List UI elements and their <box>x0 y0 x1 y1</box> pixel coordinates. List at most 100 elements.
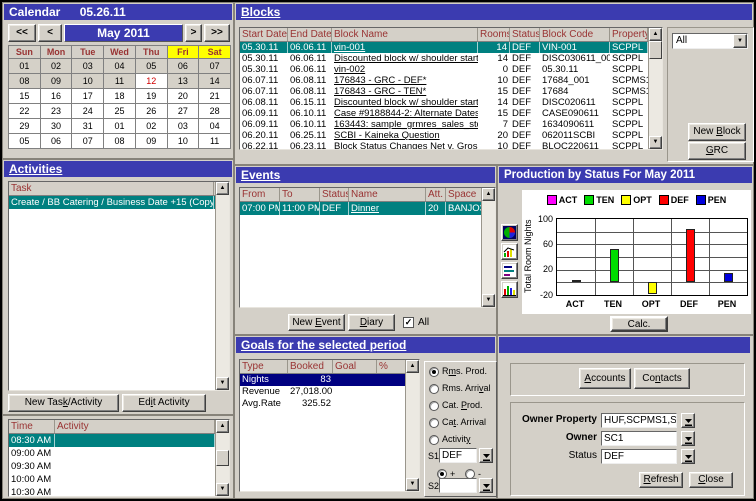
table-row[interactable]: Nights83 <box>240 374 419 386</box>
chart-type-horizontal-bar-chart-button[interactable] <box>501 262 518 279</box>
calendar-day[interactable]: 10 <box>168 134 200 149</box>
calendar-day[interactable]: 27 <box>168 104 200 119</box>
scrollbar[interactable]: ▲▼ <box>215 182 229 390</box>
calendar-day[interactable]: 02 <box>41 59 73 74</box>
chart-type-pie-chart-button[interactable] <box>501 224 518 241</box>
calendar-day[interactable]: 30 <box>41 119 73 134</box>
next-year-button[interactable]: >> <box>204 24 230 42</box>
accounts-button[interactable]: Accounts <box>579 368 631 389</box>
calendar-day[interactable]: 07 <box>72 134 104 149</box>
calendar-day[interactable]: 24 <box>72 104 104 119</box>
calendar-day[interactable]: 01 <box>9 59 41 74</box>
goal-scope-radio[interactable] <box>429 418 439 428</box>
calendar-day[interactable]: 17 <box>72 89 104 104</box>
calendar-day[interactable]: 06 <box>41 134 73 149</box>
calendar-day[interactable]: 09 <box>41 74 73 89</box>
calendar-day[interactable]: 12 <box>136 74 168 89</box>
calc-button[interactable]: Calc. <box>610 316 668 332</box>
scroll-up-icon[interactable]: ▲ <box>216 182 229 195</box>
calendar-day[interactable]: 25 <box>104 104 136 119</box>
table-row[interactable]: 10:00 AM <box>9 473 229 486</box>
calendar-day[interactable]: 14 <box>199 74 231 89</box>
table-row[interactable]: 06.07.1106.08.11176843 - GRC - TEN*15DEF… <box>240 86 662 97</box>
calendar-day[interactable]: 23 <box>41 104 73 119</box>
next-month-button[interactable]: > <box>185 24 202 42</box>
table-row[interactable]: 06.09.1106.10.11Case #9188844-2: Alterna… <box>240 108 662 119</box>
table-row[interactable]: 06.22.1106.23.11Block Status Changes Net… <box>240 141 662 150</box>
scroll-up-icon[interactable]: ▲ <box>482 188 495 201</box>
scroll-down-icon[interactable]: ▼ <box>406 478 419 491</box>
chevron-down-icon[interactable]: ▼ <box>733 34 747 48</box>
scroll-up-icon[interactable]: ▲ <box>649 28 662 41</box>
calendar-day[interactable]: 11 <box>199 134 231 149</box>
new-task-activity-button[interactable]: New Task/Activity <box>8 394 119 412</box>
calendar-day[interactable]: 22 <box>9 104 41 119</box>
diary-button[interactable]: Diary <box>348 314 395 331</box>
calendar-day[interactable]: 18 <box>104 89 136 104</box>
refresh-button[interactable]: Refresh <box>639 472 683 488</box>
calendar-day[interactable]: 16 <box>41 89 73 104</box>
scroll-down-icon[interactable]: ▼ <box>216 483 229 496</box>
scrollbar[interactable]: ▲▼ <box>405 360 419 491</box>
edit-activity-button[interactable]: Edit Activity <box>122 394 206 412</box>
calendar-day[interactable]: 03 <box>72 59 104 74</box>
goals-title[interactable]: Goals for the selected period <box>241 338 406 352</box>
events-title[interactable]: Events <box>241 168 280 182</box>
table-row[interactable]: 06.07.1106.08.11176843 - GRC - DEF*10DEF… <box>240 75 662 86</box>
activities-title[interactable]: Activities <box>9 162 62 176</box>
table-row[interactable]: 06.20.1106.25.11SCBI - Kaineka Question2… <box>240 130 662 141</box>
calendar-day[interactable]: 11 <box>104 74 136 89</box>
table-row[interactable]: 05.30.1106.06.11vin-0020DEF05.30.11SCPPL <box>240 64 662 75</box>
table-row[interactable]: 08:30 AM <box>9 434 229 447</box>
blocks-title[interactable]: Blocks <box>241 5 280 19</box>
chart-type-bar-chart-button[interactable] <box>501 243 518 260</box>
s1-lov-button[interactable] <box>479 448 493 463</box>
calendar-day[interactable]: 07 <box>199 59 231 74</box>
s1-input[interactable]: DEF <box>439 448 477 463</box>
goal-scope-radio[interactable] <box>429 384 439 394</box>
calendar-day[interactable]: 01 <box>104 119 136 134</box>
scroll-thumb[interactable] <box>216 450 229 466</box>
scroll-up-icon[interactable]: ▲ <box>406 360 419 373</box>
table-row[interactable]: Revenue27,018.00 <box>240 386 419 398</box>
new-event-button[interactable]: New Event <box>288 314 345 331</box>
scrollbar[interactable]: ▲▼ <box>648 28 662 149</box>
close-button[interactable]: Close <box>689 472 733 488</box>
chart-type-3d-bar-chart-button[interactable] <box>501 281 518 298</box>
calendar-day[interactable]: 29 <box>9 119 41 134</box>
calendar-day[interactable]: 04 <box>104 59 136 74</box>
table-row[interactable]: 07:00 PM11:00 PMDEFDinner20BANJO3 <box>240 202 495 215</box>
table-row[interactable]: 06.09.1106.10.11163443: sample_grmres_sa… <box>240 119 662 130</box>
status-input[interactable]: DEF <box>601 449 677 464</box>
s2-input[interactable] <box>439 478 477 493</box>
blocks-table[interactable]: Start DateEnd DateBlock NameRoomsStatusB… <box>239 27 663 150</box>
goal-scope-radio[interactable] <box>429 367 439 377</box>
goal-scope-radio[interactable] <box>429 435 439 445</box>
calendar-day[interactable]: 08 <box>104 134 136 149</box>
grc-button[interactable]: GRC <box>688 142 746 160</box>
table-row[interactable]: 09:00 AM <box>9 447 229 460</box>
activities-list[interactable]: TaskCreate / BB Catering / Business Date… <box>8 181 230 391</box>
prev-year-button[interactable]: << <box>8 24 36 42</box>
scroll-down-icon[interactable]: ▼ <box>649 136 662 149</box>
prev-month-button[interactable]: < <box>38 24 62 42</box>
scroll-down-icon[interactable]: ▼ <box>482 294 495 307</box>
lov-button[interactable] <box>681 431 695 446</box>
time-schedule-list[interactable]: TimeActivity08:30 AM09:00 AM09:30 AM10:0… <box>8 419 230 497</box>
lov-button[interactable] <box>681 413 695 428</box>
contacts-button[interactable]: Contacts <box>634 368 690 389</box>
calendar-day[interactable]: 31 <box>72 119 104 134</box>
calendar-day[interactable]: 15 <box>9 89 41 104</box>
lov-button[interactable] <box>681 449 695 464</box>
scrollbar[interactable]: ▲▼ <box>481 188 495 307</box>
table-row[interactable]: Avg.Rate325.52 <box>240 398 419 410</box>
owner-property-input[interactable]: HUF,SCPMS1,SC <box>601 413 677 428</box>
calendar-day[interactable]: 04 <box>199 119 231 134</box>
s2-lov-button[interactable] <box>479 478 493 493</box>
events-table[interactable]: FromToStatusNameAtt.Space07:00 PM11:00 P… <box>239 187 496 308</box>
calendar-day[interactable]: 21 <box>199 89 231 104</box>
calendar-day[interactable]: 10 <box>72 74 104 89</box>
table-row[interactable]: 06.08.1106.15.11Discounted block w/ shou… <box>240 97 662 108</box>
calendar-day[interactable]: 08 <box>9 74 41 89</box>
calendar-day[interactable]: 26 <box>136 104 168 119</box>
